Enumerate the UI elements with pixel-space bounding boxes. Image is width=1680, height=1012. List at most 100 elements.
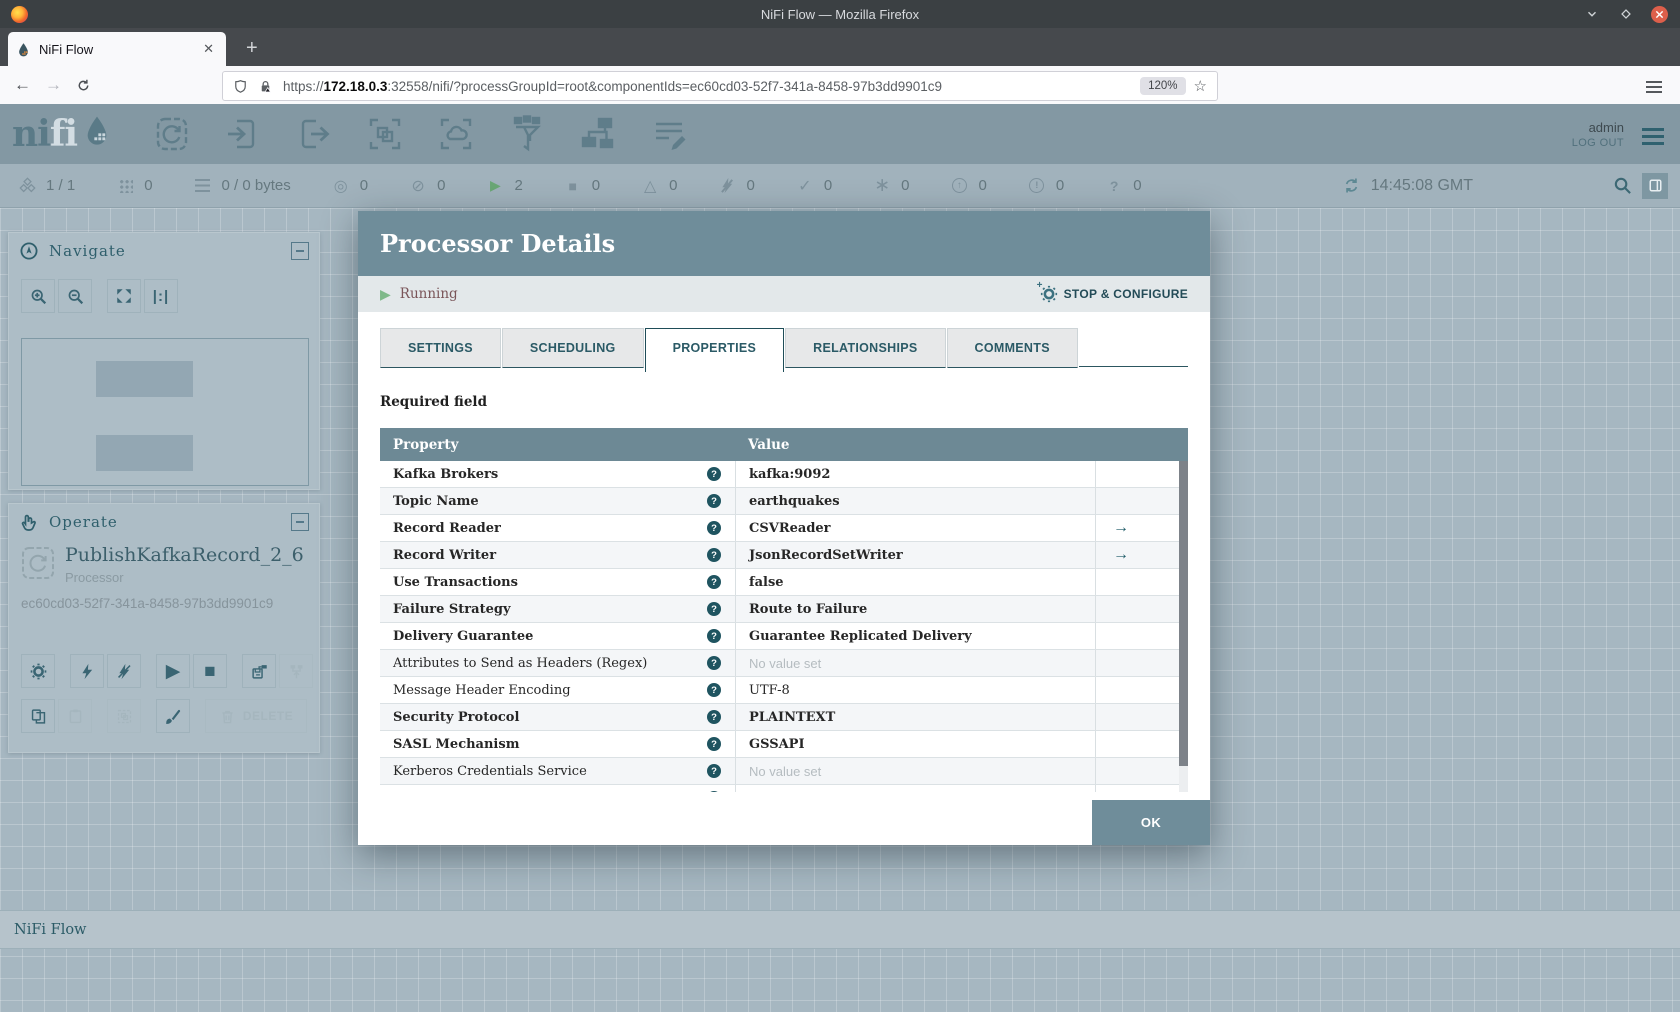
forward-button[interactable]: → <box>45 75 62 95</box>
table-row[interactable]: Failure Strategy? Route to Failure <box>380 596 1188 623</box>
tab-relationships[interactable]: RELATIONSHIPS <box>785 328 946 368</box>
drag-input-port-icon[interactable] <box>222 113 264 155</box>
property-value[interactable]: Route to Failure <box>749 602 867 617</box>
scrollbar-thumb[interactable] <box>1179 461 1188 766</box>
group-button[interactable] <box>107 699 141 733</box>
fill-color-button[interactable] <box>156 699 190 733</box>
collapse-navigate-button[interactable] <box>291 242 309 260</box>
zoom-in-button[interactable] <box>21 279 55 313</box>
play-button[interactable]: ▶ <box>156 654 190 688</box>
ok-button[interactable]: OK <box>1092 800 1210 845</box>
table-row[interactable]: Kafka Brokers? kafka:9092 <box>380 461 1188 488</box>
table-row[interactable]: Record Writer? JsonRecordSetWriter → <box>380 542 1188 569</box>
table-row[interactable]: Message Header Encoding? UTF-8 <box>380 677 1188 704</box>
property-name: Security Protocol <box>393 709 520 725</box>
table-row[interactable]: Record Reader? CSVReader → <box>380 515 1188 542</box>
zoom-actual-button[interactable]: |:| <box>144 279 178 313</box>
property-value[interactable]: JsonRecordSetWriter <box>749 548 903 563</box>
tab-comments[interactable]: COMMENTS <box>946 328 1078 368</box>
table-row[interactable]: Security Protocol? PLAINTEXT <box>380 704 1188 731</box>
drag-template-icon[interactable] <box>577 113 619 155</box>
help-icon[interactable]: ? <box>707 764 721 778</box>
lightning-slash-button[interactable] <box>107 654 141 688</box>
goto-service-arrow-icon[interactable]: → <box>1113 519 1129 537</box>
property-value[interactable]: earthquakes <box>749 494 840 509</box>
birdseye-minimap[interactable] <box>21 338 309 486</box>
help-icon[interactable]: ? <box>707 683 721 697</box>
lightning-button[interactable] <box>70 654 104 688</box>
tab-properties[interactable]: PROPERTIES <box>644 328 785 372</box>
property-value[interactable]: CSVReader <box>749 521 831 536</box>
property-value[interactable]: GSSAPI <box>749 737 805 752</box>
table-row[interactable]: Kerberos Credentials Service? No value se… <box>380 758 1188 785</box>
tab-close-icon[interactable]: ✕ <box>199 41 218 57</box>
lock-warning-icon[interactable] <box>258 79 273 94</box>
window-close-button[interactable] <box>1651 5 1668 23</box>
table-row[interactable]: Use Transactions? false <box>380 569 1188 596</box>
property-value[interactable]: kafka:9092 <box>749 467 830 482</box>
back-button[interactable]: ← <box>14 75 31 95</box>
help-icon[interactable]: ? <box>707 521 721 535</box>
property-value[interactable]: No value set <box>749 791 821 793</box>
tab-settings[interactable]: SETTINGS <box>380 328 501 368</box>
stop-and-configure-button[interactable]: + STOP & CONFIGURE <box>1037 280 1188 303</box>
drag-processor-icon[interactable] <box>151 113 193 155</box>
zoom-fit-button[interactable] <box>107 279 141 313</box>
new-tab-button[interactable]: + <box>240 37 264 60</box>
help-icon[interactable]: ? <box>707 494 721 508</box>
zoom-out-button[interactable] <box>58 279 92 313</box>
property-value[interactable]: No value set <box>749 656 821 671</box>
help-icon[interactable]: ? <box>707 467 721 481</box>
property-value[interactable]: No value set <box>749 764 821 779</box>
drag-label-icon[interactable] <box>648 113 690 155</box>
breadcrumb[interactable]: NiFi Flow <box>14 922 86 938</box>
search-icon[interactable] <box>1613 176 1632 195</box>
browser-tab[interactable]: NiFi Flow ✕ <box>8 32 226 66</box>
table-row[interactable]: ? No value set <box>380 785 1188 792</box>
zoom-level-badge[interactable]: 120% <box>1140 77 1186 95</box>
collapse-operate-button[interactable] <box>291 513 309 531</box>
help-icon[interactable]: ? <box>707 791 721 792</box>
window-maximize-button[interactable] <box>1617 5 1635 23</box>
global-menu-button[interactable] <box>1642 125 1664 143</box>
window-minimize-button[interactable] <box>1583 5 1601 23</box>
property-value[interactable]: PLAINTEXT <box>749 710 835 725</box>
reload-button[interactable] <box>76 78 91 93</box>
help-icon[interactable]: ? <box>707 629 721 643</box>
help-icon[interactable]: ? <box>707 602 721 616</box>
help-icon[interactable]: ? <box>707 656 721 670</box>
delete-button[interactable]: DELETE <box>205 699 307 733</box>
refresh-icon[interactable] <box>1343 177 1361 195</box>
help-icon[interactable]: ? <box>707 548 721 562</box>
upload-template-button[interactable] <box>279 654 313 688</box>
bookmark-star-icon[interactable]: ☆ <box>1194 77 1207 95</box>
minimap-component <box>96 435 193 471</box>
shield-icon[interactable] <box>233 79 248 94</box>
bulletin-panel-button[interactable] <box>1642 172 1668 199</box>
drag-process-group-icon[interactable] <box>364 113 406 155</box>
save-template-button[interactable] <box>242 654 276 688</box>
table-scrollbar[interactable] <box>1179 461 1188 792</box>
copy-button[interactable] <box>21 699 55 733</box>
drag-remote-process-group-icon[interactable] <box>435 113 477 155</box>
help-icon[interactable]: ? <box>707 737 721 751</box>
help-icon[interactable]: ? <box>707 575 721 589</box>
paste-button[interactable] <box>58 699 92 733</box>
goto-service-arrow-icon[interactable]: → <box>1113 546 1129 564</box>
stop-button[interactable]: ■ <box>193 654 227 688</box>
property-value[interactable]: UTF-8 <box>749 683 790 698</box>
gear-button[interactable] <box>21 654 55 688</box>
drag-funnel-icon[interactable] <box>506 113 548 155</box>
help-icon[interactable]: ? <box>707 710 721 724</box>
logout-link[interactable]: LOG OUT <box>1572 137 1624 149</box>
table-row[interactable]: Topic Name? earthquakes <box>380 488 1188 515</box>
table-row[interactable]: SASL Mechanism? GSSAPI <box>380 731 1188 758</box>
firefox-menu-button[interactable] <box>1646 75 1662 93</box>
property-value[interactable]: false <box>749 575 784 590</box>
table-row[interactable]: Delivery Guarantee? Guarantee Replicated … <box>380 623 1188 650</box>
property-value[interactable]: Guarantee Replicated Delivery <box>749 629 972 644</box>
url-bar[interactable]: https://172.18.0.3:32558/nifi/?processGr… <box>222 71 1218 101</box>
table-row[interactable]: Attributes to Send as Headers (Regex)? No… <box>380 650 1188 677</box>
drag-output-port-icon[interactable] <box>293 113 335 155</box>
tab-scheduling[interactable]: SCHEDULING <box>501 328 644 368</box>
